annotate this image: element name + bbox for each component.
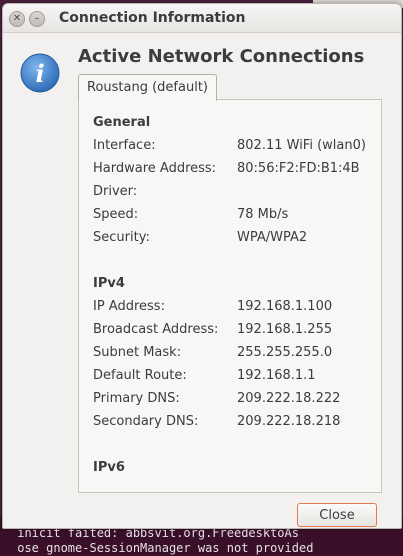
close-button[interactable]: Close — [297, 503, 377, 527]
info-icon: i — [20, 53, 60, 93]
default-route-value: 192.168.1.1 — [237, 368, 316, 383]
window-close-button[interactable]: ✕ — [9, 11, 25, 27]
title-bar: ✕ – Connection Information — [3, 4, 401, 33]
section-ipv6-title: IPv6 — [93, 460, 125, 475]
interface-label: Interface: — [93, 138, 156, 153]
section-general-title: General — [93, 115, 151, 130]
driver-label: Driver: — [93, 184, 138, 199]
section-ipv4-title: IPv4 — [93, 276, 125, 291]
interface-value: 802.11 WiFi (wlan0) — [237, 138, 366, 153]
primary-dns-value: 209.222.18.222 — [237, 391, 341, 406]
subnet-mask-value: 255.255.255.0 — [237, 345, 333, 360]
secondary-dns-label: Secondary DNS: — [93, 414, 199, 429]
subnet-mask-label: Subnet Mask: — [93, 345, 182, 360]
window-minimize-button[interactable]: – — [29, 11, 45, 27]
page-title: Active Network Connections — [78, 46, 365, 67]
broadcast-address-label: Broadcast Address: — [93, 322, 219, 337]
security-value: WPA/WPA2 — [237, 230, 308, 245]
security-label: Security: — [93, 230, 150, 245]
connection-information-dialog: ✕ – Connection Information i Active Netw… — [2, 3, 402, 529]
secondary-dns-value: 209.222.18.218 — [237, 414, 341, 429]
minimize-icon: – — [34, 13, 40, 24]
tab-label: Roustang (default) — [87, 80, 208, 95]
terminal-line-2: ose gnome-SessionManager was not provide… — [10, 541, 314, 555]
ip-address-value: 192.168.1.100 — [237, 299, 333, 314]
svg-text:i: i — [35, 59, 44, 88]
tab-connection[interactable]: Roustang (default) — [78, 74, 217, 101]
connection-details-panel: General Interface: 802.11 WiFi (wlan0) H… — [78, 99, 382, 493]
hardware-address-label: Hardware Address: — [93, 161, 217, 176]
primary-dns-label: Primary DNS: — [93, 391, 180, 406]
window-title: Connection Information — [59, 10, 246, 26]
speed-value: 78 Mb/s — [237, 207, 289, 222]
default-route-label: Default Route: — [93, 368, 187, 383]
hardware-address-value: 80:56:F2:FD:B1:4B — [237, 161, 360, 176]
ip-address-label: IP Address: — [93, 299, 165, 314]
speed-label: Speed: — [93, 207, 139, 222]
broadcast-address-value: 192.168.1.255 — [237, 322, 333, 337]
close-icon: ✕ — [12, 13, 22, 24]
